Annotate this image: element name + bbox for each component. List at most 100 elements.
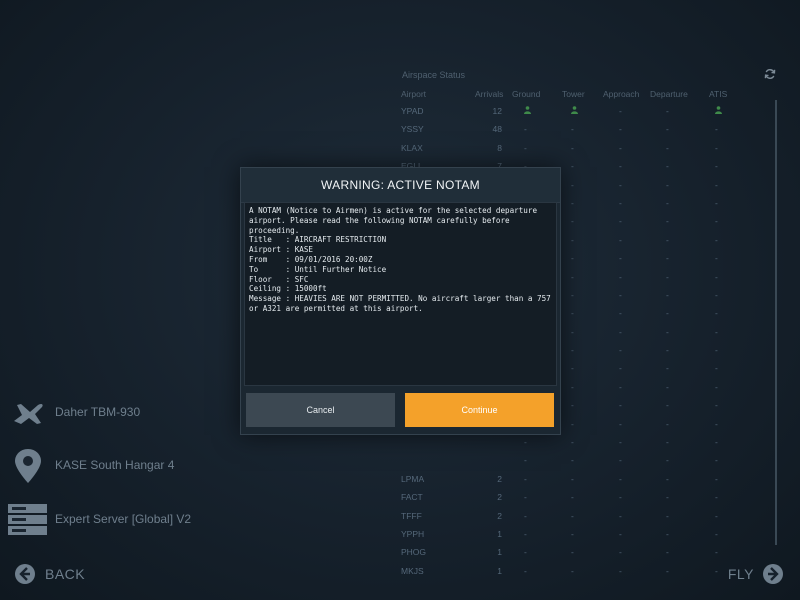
notam-line: A NOTAM (Notice to Airmen) is active for… [249, 206, 538, 215]
cell-departure: - [666, 253, 669, 264]
cell-departure: - [666, 271, 669, 282]
cell-approach: - [619, 345, 622, 356]
cell-atis: - [715, 197, 718, 208]
table-row[interactable]: MKJS 1 - - - - - [400, 564, 770, 582]
cell-approach: - [619, 381, 622, 392]
cell-airport: YPAD [401, 106, 424, 116]
cell-departure: - [666, 142, 669, 153]
notam-text-box: A NOTAM (Notice to Airmen) is active for… [244, 202, 557, 386]
cell-tower: - [571, 124, 574, 135]
cancel-button[interactable]: Cancel [246, 393, 395, 427]
table-row[interactable]: TFFF 2 - - - - - [400, 509, 770, 527]
cell-tower: - [571, 345, 574, 356]
cell-atis: - [715, 363, 718, 374]
table-row[interactable]: ----- [400, 435, 770, 453]
cell-atis: - [715, 547, 718, 558]
notam-line: Floor : SFC [249, 274, 309, 284]
airspace-scrollbar[interactable] [775, 100, 777, 545]
cell-tower: - [571, 197, 574, 208]
cell-approach: - [619, 289, 622, 300]
cell-departure: - [666, 400, 669, 411]
server-label: Expert Server [Global] V2 [55, 512, 192, 526]
cell-approach: - [619, 547, 622, 558]
cell-departure: - [666, 528, 669, 539]
dialog-buttons: Cancel Continue [245, 393, 555, 429]
cell-arrivals: 1 [497, 528, 502, 539]
arrow-left-icon [15, 564, 35, 584]
col-airport: Airport [401, 89, 427, 99]
summary-location[interactable]: KASE South Hangar 4 [8, 446, 308, 486]
cell-tower: - [571, 400, 574, 411]
table-row[interactable]: LPMA 2 - - - - - [400, 472, 770, 490]
col-approach: Approach [603, 89, 640, 99]
continue-button[interactable]: Continue [405, 393, 554, 427]
cell-ground: - [524, 492, 527, 503]
cell-tower: - [571, 492, 574, 503]
cell-ground: - [524, 510, 527, 521]
cell-airport: LPMA [401, 473, 425, 484]
cell-atis: - [715, 345, 718, 356]
cell-tower: - [571, 216, 574, 227]
cell-arrivals: 48 [492, 124, 502, 135]
fly-button[interactable]: FLY [728, 562, 784, 586]
cell-atis: - [715, 381, 718, 392]
cell-tower: - [571, 528, 574, 539]
table-row[interactable]: YPPH 1 - - - - - [400, 527, 770, 545]
cell-arrivals: 12 [492, 106, 502, 116]
cell-atis: - [715, 216, 718, 227]
cell-tower: - [571, 253, 574, 264]
back-button[interactable]: BACK [14, 562, 85, 586]
cell-airport: MKJS [401, 565, 424, 576]
table-row[interactable]: PHOG 1 - - - - - [400, 545, 770, 563]
summary-server[interactable]: Expert Server [Global] V2 [8, 500, 308, 540]
cell-tower: - [571, 455, 574, 466]
cell-departure: - [666, 124, 669, 135]
cell-arrivals: 8 [497, 142, 502, 153]
table-row[interactable]: YSSY 48 - - - - - [400, 122, 770, 140]
cell-departure: - [666, 106, 669, 116]
table-row[interactable]: KLAX 8 - - - - - [400, 141, 770, 159]
table-row[interactable]: YPAD 12 - - [400, 104, 770, 122]
cell-approach: - [619, 492, 622, 503]
table-row[interactable]: ----- [400, 453, 770, 471]
cell-ground: - [524, 437, 527, 448]
cell-tower: - [571, 234, 574, 245]
cell-departure: - [666, 455, 669, 466]
refresh-icon[interactable] [764, 68, 776, 80]
notam-line: From : 09/01/2016 20:00Z [249, 254, 373, 264]
cell-approach: - [619, 161, 622, 172]
arrow-right-icon [763, 564, 783, 584]
cell-ground: - [524, 124, 527, 135]
cell-atis: - [715, 308, 718, 319]
cell-departure: - [666, 216, 669, 227]
cell-airport: TFFF [401, 510, 422, 521]
cell-tower: - [571, 547, 574, 558]
cell-approach: - [619, 363, 622, 374]
cell-atis: - [715, 492, 718, 503]
cell-approach: - [619, 455, 622, 466]
cell-departure: - [666, 510, 669, 521]
col-atis: ATIS [709, 89, 728, 99]
cell-departure: - [666, 179, 669, 190]
cell-atis: - [715, 565, 718, 576]
notam-line: or A321 are permitted at this airport. [249, 303, 423, 313]
cell-arrivals: 2 [497, 473, 502, 484]
cell-ground: - [524, 528, 527, 539]
notam-line: To : Until Further Notice [249, 264, 387, 274]
dialog-title: WARNING: ACTIVE NOTAM [241, 168, 560, 203]
server-icon [8, 504, 47, 535]
cell-atis: - [715, 271, 718, 282]
cell-departure: - [666, 161, 669, 172]
cell-tower: - [571, 179, 574, 190]
table-row[interactable]: FACT 2 - - - - - [400, 490, 770, 508]
cell-departure: - [666, 345, 669, 356]
cell-departure: - [666, 565, 669, 576]
cell-atis: - [715, 179, 718, 190]
cell-tower: - [571, 418, 574, 429]
cell-tower: - [571, 565, 574, 576]
notam-line: proceeding. [249, 225, 300, 235]
cell-departure: - [666, 437, 669, 448]
col-ground: Ground [512, 89, 541, 99]
cell-approach: - [619, 528, 622, 539]
cell-departure: - [666, 363, 669, 374]
